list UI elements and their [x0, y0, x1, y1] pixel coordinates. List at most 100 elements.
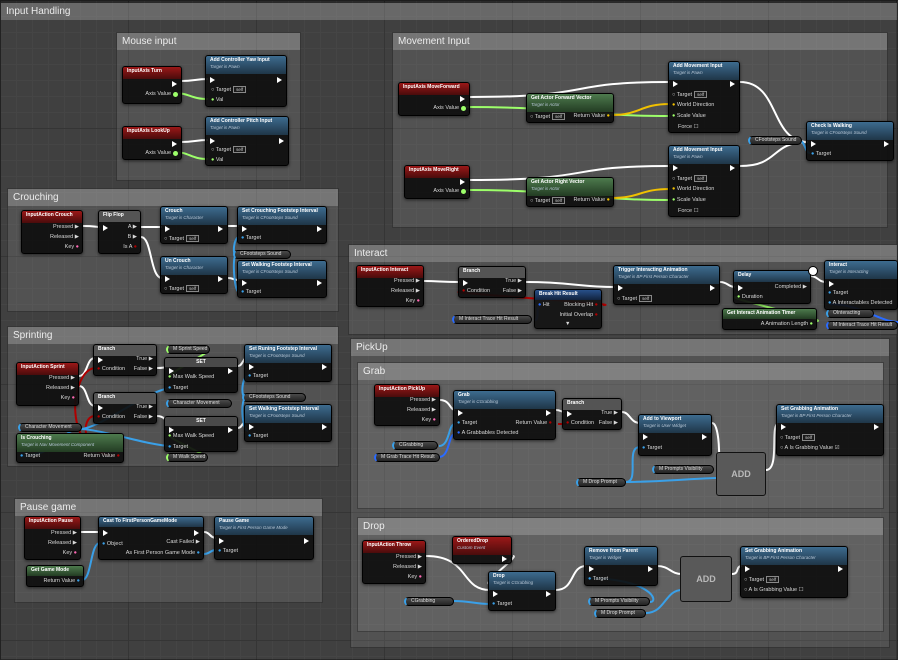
exec-in-pin[interactable] — [618, 285, 623, 291]
exec-out-pin[interactable] — [172, 81, 177, 87]
float-pin[interactable] — [173, 92, 178, 97]
delay-node[interactable]: Delay Completed ▶ ● Duration — [733, 270, 811, 304]
exec-in-pin[interactable] — [567, 411, 572, 417]
exec-out-pin[interactable] — [460, 179, 465, 185]
b-pin[interactable]: B ▶ — [128, 234, 137, 241]
exec-out-pin[interactable] — [730, 165, 735, 171]
true-pin[interactable]: True ▶ — [136, 356, 153, 363]
condition-pin[interactable]: ● Condition — [97, 414, 125, 421]
exec-in-pin[interactable] — [811, 141, 816, 147]
target-pin[interactable]: ● Target — [457, 420, 477, 427]
pressed-pin[interactable]: Pressed ▶ — [394, 278, 420, 285]
exec-in-pin[interactable] — [242, 226, 247, 232]
pressed-pin[interactable]: Pressed ▶ — [53, 224, 79, 231]
ordered-drop-custom-event-node[interactable]: OrderedDrop Custom Event — [452, 536, 512, 564]
get-right-vector-node[interactable]: Get Actor Right Vector Target is Actor ○ … — [526, 177, 614, 207]
exec-out-pin[interactable] — [710, 285, 715, 291]
add-array-node[interactable]: ADD — [716, 452, 766, 496]
ointeracting-variable[interactable]: OInteracting — [826, 309, 874, 318]
set-grabbing-animation-node[interactable]: Set Grabbing Animation Target is BP First… — [776, 404, 884, 456]
target-pin[interactable]: ○ Target self — [211, 86, 247, 94]
grab-branch-node[interactable]: Branch ● Condition True ▶ False ▶ — [562, 398, 622, 430]
condition-pin[interactable]: ● Condition — [566, 420, 594, 427]
completed-pin[interactable]: Completed ▶ — [775, 284, 807, 291]
exec-out-pin[interactable] — [502, 556, 507, 562]
get-forward-vector-node[interactable]: Get Actor Forward Vector Target is Actor … — [526, 93, 614, 123]
grab-node[interactable]: Grab Target is CGrabbing ● Target ● A Gra… — [453, 390, 556, 440]
break-hit-result-node[interactable]: Break Hit Result ● Hit Blocking Hit ● In… — [534, 289, 602, 329]
character-movement-variable[interactable]: Character Movement — [18, 423, 82, 432]
exec-in-pin[interactable] — [98, 357, 103, 363]
target-pin[interactable]: ○ Target self — [617, 295, 653, 303]
initial-overlap-pin[interactable]: Initial Overlap ● — [560, 312, 599, 319]
return-value-pin[interactable]: Return Value ● — [83, 453, 120, 460]
exec-in-pin[interactable] — [165, 276, 170, 282]
exec-in-pin[interactable] — [493, 591, 498, 597]
exec-out-pin[interactable] — [546, 410, 551, 416]
exec-out-pin[interactable] — [317, 280, 322, 286]
exec-in-pin[interactable] — [219, 538, 224, 544]
target-pin[interactable]: ● Target — [588, 576, 608, 583]
add-controller-pitch-node[interactable]: Add Controller Pitch Input Target is Pawn… — [205, 116, 289, 166]
pressed-pin[interactable]: Pressed ▶ — [49, 375, 75, 382]
target-pin[interactable]: ● Target — [168, 385, 188, 392]
pickup-event-node[interactable]: InputAction PickUp Pressed ▶ Released ▶ … — [374, 384, 440, 426]
exec-in-pin[interactable] — [673, 81, 678, 87]
key-pin[interactable]: Key ● — [406, 298, 420, 305]
blocking-hit-pin[interactable]: Blocking Hit ● — [564, 302, 598, 309]
target-pin[interactable]: ○ Target self — [530, 113, 566, 121]
float-pin[interactable] — [173, 151, 178, 156]
drop-node[interactable]: Drop Target is CGrabbing ● Target — [488, 571, 556, 611]
target-pin[interactable]: ● Target — [642, 445, 662, 452]
interactables-detected-pin[interactable]: ● A Interactables Detected — [828, 300, 893, 307]
prompts-visibility-variable[interactable]: M Prompts Visibility — [652, 465, 714, 474]
target-pin[interactable]: ○ Target self — [672, 175, 708, 183]
exec-out-pin[interactable] — [228, 427, 233, 433]
exec-in-pin[interactable] — [103, 225, 108, 231]
hit-pin[interactable]: ● Hit — [538, 302, 550, 309]
condition-pin[interactable]: ● Condition — [462, 288, 490, 295]
force-pin[interactable]: Force ☐ — [678, 208, 699, 215]
target-pin[interactable]: ○ Target self — [672, 91, 708, 99]
exec-in-pin[interactable] — [458, 410, 463, 416]
set-walking-footstep-interval-node-2[interactable]: Set Walking Footstep Interval Target is C… — [244, 404, 332, 442]
exec-in-pin[interactable] — [165, 226, 170, 232]
target-pin[interactable]: ○ Target self — [164, 235, 200, 243]
target-pin[interactable]: ● Target — [241, 235, 261, 242]
turn-event-node[interactable]: InputAxis Turn Axis Value — [122, 66, 182, 104]
target-pin[interactable]: ● Target — [248, 373, 268, 380]
target-pin[interactable]: ● Target — [20, 453, 40, 460]
throw-event-node[interactable]: InputAction Throw Pressed ▶ Released ▶ K… — [362, 540, 426, 584]
axis-value-pin[interactable]: Axis Value — [433, 188, 459, 195]
exec-out-pin[interactable] — [172, 141, 177, 147]
get-game-mode-node[interactable]: Get Game Mode Return Value ● — [26, 565, 84, 587]
return-value-pin[interactable]: Return Value ● — [515, 420, 552, 427]
exec-in-pin[interactable] — [745, 566, 750, 572]
return-value-pin[interactable]: Return Value ● — [573, 113, 610, 120]
target-pin[interactable]: ● Target — [811, 151, 831, 158]
interact-event-node[interactable]: InputAction Interact Pressed ▶ Released … — [356, 265, 424, 307]
set-running-footstep-interval-node[interactable]: Set Runing Footstep Interval Target is CF… — [244, 344, 332, 382]
released-pin[interactable]: Released ▶ — [407, 407, 436, 414]
pause-game-node[interactable]: Pause Game Target is First Person Game Mo… — [214, 516, 314, 560]
exec-out-pin[interactable] — [279, 138, 284, 144]
target-pin[interactable]: ○ Target self — [530, 197, 566, 205]
target-pin[interactable]: ● Target — [168, 444, 188, 451]
sprint-branch-node-2[interactable]: Branch ● Condition True ▶ False ▶ — [93, 392, 157, 424]
get-interact-animation-timer-node[interactable]: Get Interact Animation Timer A Animation… — [722, 308, 817, 330]
cast-to-game-mode-node[interactable]: Cast To FirstPersonGameMode ● Object Cas… — [98, 516, 204, 560]
exec-out-pin[interactable] — [194, 530, 199, 536]
pause-event-node[interactable]: InputAction Pause Pressed ▶ Released ▶ K… — [24, 516, 81, 560]
exec-out-pin[interactable] — [218, 276, 223, 282]
released-pin[interactable]: Released ▶ — [46, 385, 75, 392]
set-crouching-footstep-interval-node[interactable]: Set Crouching Footstep Interval Target is… — [237, 206, 327, 244]
true-pin[interactable]: True ▶ — [505, 278, 522, 285]
cast-failed-pin[interactable]: Cast Failed ▶ — [166, 539, 200, 546]
animation-length-pin[interactable]: A Animation Length ● — [761, 321, 813, 328]
true-pin[interactable]: True ▶ — [601, 410, 618, 417]
val-pin[interactable]: ● Val — [211, 97, 223, 104]
sprint-branch-node-1[interactable]: Branch ● Condition True ▶ False ▶ — [93, 344, 157, 376]
cgrabbing-variable[interactable]: CGrabbing — [404, 597, 454, 606]
exec-out-pin[interactable] — [322, 364, 327, 370]
interact-trace-hit-variable[interactable]: M Interact Trace Hit Result — [452, 315, 532, 324]
